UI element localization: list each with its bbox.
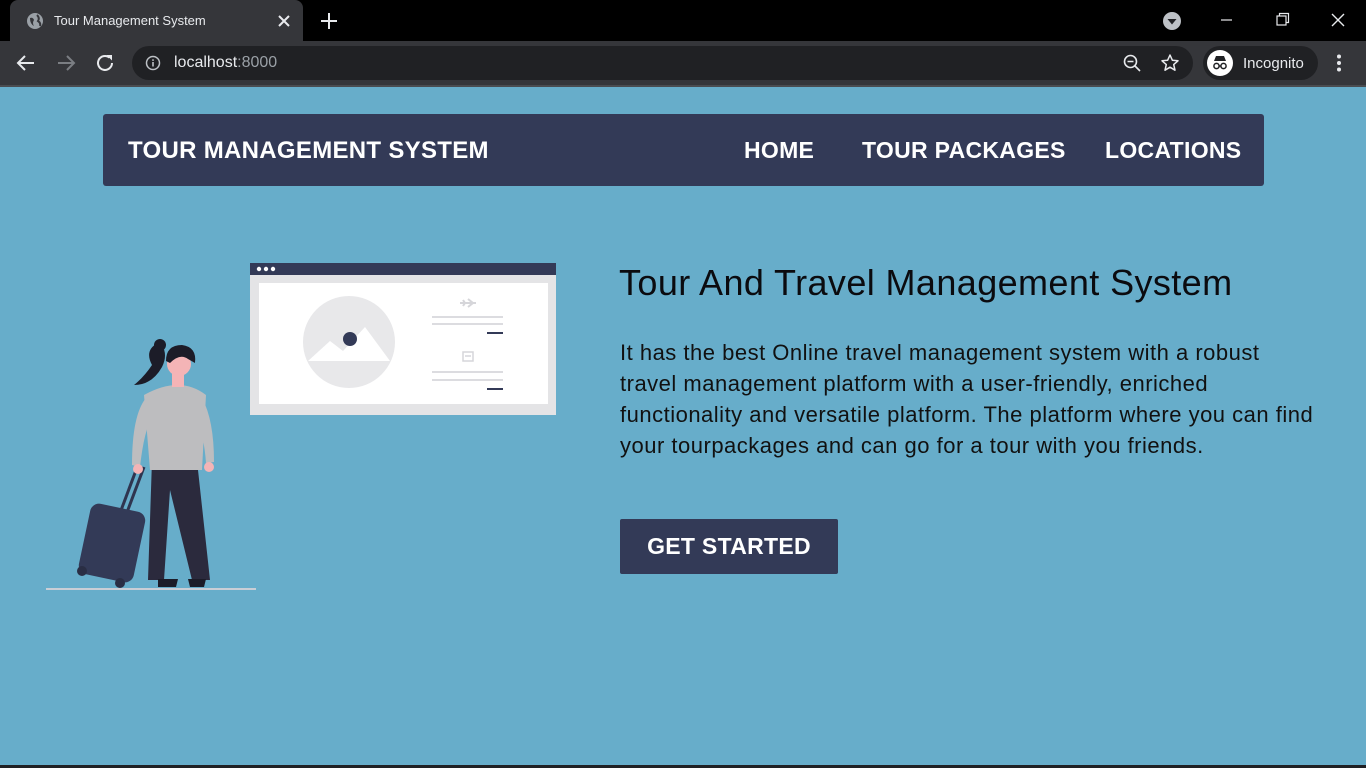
browser-window-illustration xyxy=(250,263,556,415)
site-brand[interactable]: TOUR MANAGEMENT SYSTEM xyxy=(128,137,489,165)
hero-description: It has the best Online travel management… xyxy=(620,340,1314,458)
bookmark-star-icon[interactable] xyxy=(1160,53,1180,73)
globe-icon xyxy=(27,13,43,29)
url-host: localhost xyxy=(174,54,238,71)
nav-link-home[interactable]: HOME xyxy=(744,137,814,164)
image-placeholder-icon xyxy=(303,296,395,388)
zoom-out-icon[interactable] xyxy=(1122,53,1142,73)
restore-icon[interactable] xyxy=(1269,8,1295,32)
reload-icon[interactable] xyxy=(93,51,117,75)
hero-title: Tour And Travel Management System xyxy=(619,262,1233,303)
url-port: :8000 xyxy=(237,54,278,71)
traveler-illustration xyxy=(46,263,556,590)
close-icon[interactable] xyxy=(275,12,293,30)
forward-arrow-icon[interactable] xyxy=(54,51,78,75)
nav-link-locations[interactable]: LOCATIONS xyxy=(1105,137,1241,164)
window-close-icon[interactable] xyxy=(1325,8,1351,32)
browser-tab[interactable]: Tour Management System xyxy=(10,0,303,41)
info-icon[interactable] xyxy=(145,55,161,71)
more-menu-icon[interactable] xyxy=(1328,52,1350,74)
browser-tabstrip: Tour Management System xyxy=(0,0,1366,41)
address-bar[interactable]: localhost:8000 xyxy=(132,46,1193,80)
tab-search-icon[interactable] xyxy=(1162,11,1182,31)
incognito-profile-button[interactable]: Incognito xyxy=(1203,46,1318,80)
back-arrow-icon[interactable] xyxy=(14,51,38,75)
url-text[interactable]: localhost:8000 xyxy=(174,54,277,72)
minimize-icon[interactable] xyxy=(1213,8,1239,32)
site-navbar: TOUR MANAGEMENT SYSTEM HOME TOUR PACKAGE… xyxy=(103,114,1264,186)
browser-toolbar: localhost:8000 Incognito xyxy=(0,41,1366,87)
suitcase-illustration xyxy=(77,464,146,588)
incognito-label: Incognito xyxy=(1243,55,1304,72)
get-started-button[interactable]: GET STARTED xyxy=(620,519,838,574)
incognito-icon xyxy=(1207,50,1233,76)
nav-link-tour-packages[interactable]: TOUR PACKAGES xyxy=(862,137,1066,164)
new-tab-plus-icon[interactable] xyxy=(318,10,340,32)
woman-traveler-illustration xyxy=(132,339,214,587)
tab-title: Tour Management System xyxy=(54,13,206,28)
